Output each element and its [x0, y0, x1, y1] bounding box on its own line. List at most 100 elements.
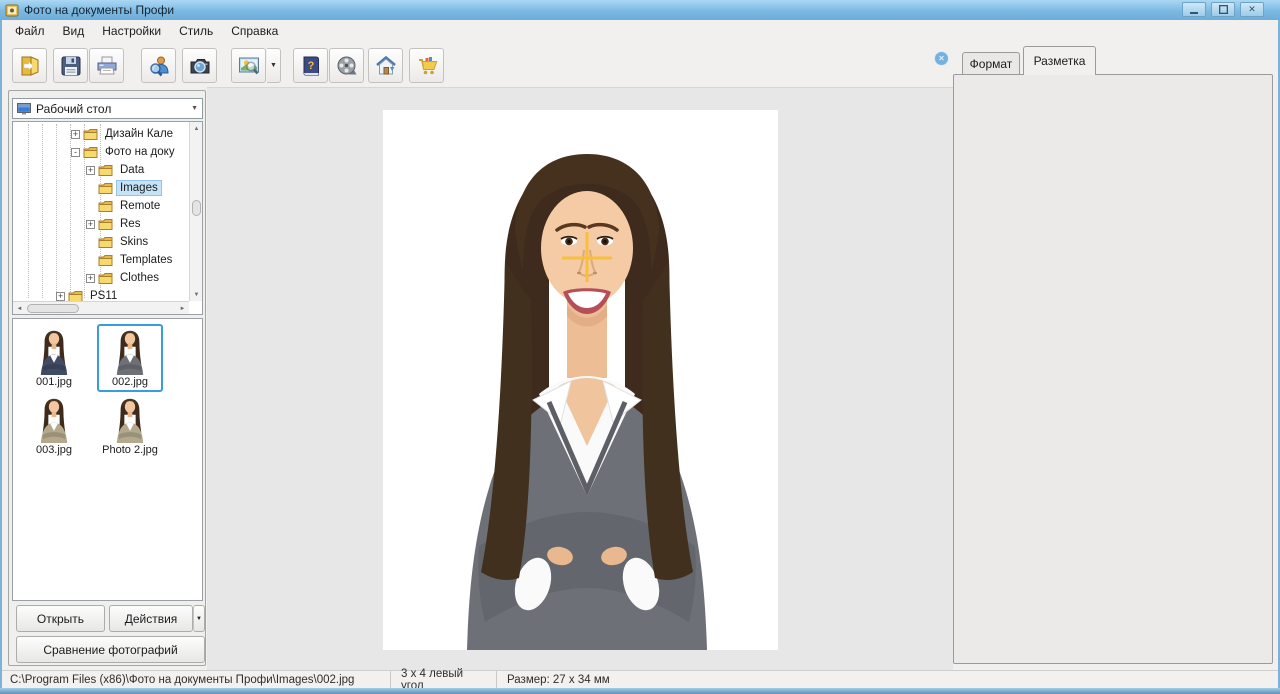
thumbnail-photo [35, 396, 73, 443]
tree-item-Remote[interactable]: +Remote [13, 197, 189, 215]
menu-item[interactable]: Стиль [170, 22, 222, 40]
actions-dropdown-icon[interactable]: ▼ [193, 605, 205, 632]
tree-item-label: Clothes [117, 271, 162, 285]
tab-format[interactable]: Формат [962, 52, 1020, 74]
minimize-icon[interactable] [1182, 2, 1206, 17]
scrollbar-thumb[interactable] [27, 304, 79, 313]
thumbnail-label: 002.jpg [112, 376, 148, 388]
chevron-down-icon: ▼ [191, 105, 198, 112]
scroll-left-icon[interactable]: ◄ [13, 302, 26, 315]
open-folder-icon[interactable] [12, 48, 47, 83]
collapse-icon[interactable]: - [71, 148, 80, 157]
tree-item-label: Data [117, 163, 147, 177]
svg-text:?: ? [307, 60, 314, 72]
user-search-icon[interactable] [141, 48, 176, 83]
folder-icon [83, 128, 102, 141]
thumbnail-photo [35, 328, 73, 375]
expand-icon[interactable]: + [86, 274, 95, 283]
actions-button[interactable]: Действия [109, 605, 193, 632]
tab-label: Формат [970, 57, 1013, 71]
folder-icon [98, 236, 117, 249]
window-border-left [0, 20, 2, 688]
tree-item-Res[interactable]: + Res [13, 215, 189, 233]
help-book-icon[interactable]: ? [293, 48, 328, 83]
location-value: Рабочий стол [36, 102, 111, 116]
preview-dropdown-icon[interactable]: ▼ [267, 48, 281, 83]
tree-item-label: Res [117, 217, 143, 231]
tree-item-Templates[interactable]: +Templates [13, 251, 189, 269]
folder-icon [98, 182, 117, 195]
expand-icon[interactable]: + [56, 292, 65, 301]
maximize-icon[interactable] [1211, 2, 1235, 17]
expand-icon[interactable]: + [86, 220, 95, 229]
thumbnail-002.jpg[interactable]: 002.jpg [97, 324, 163, 392]
folder-icon [98, 254, 117, 267]
thumbnail-Photo 2.jpg[interactable]: Photo 2.jpg [97, 392, 163, 460]
print-icon[interactable] [89, 48, 124, 83]
expand-icon[interactable]: + [71, 130, 80, 139]
thumbnail-003.jpg[interactable]: 003.jpg [21, 392, 87, 460]
home-icon[interactable] [368, 48, 403, 83]
folder-icon [98, 164, 117, 177]
tree-item-Дизайн Кале[interactable]: + Дизайн Кале [13, 125, 189, 143]
video-reel-icon[interactable] [329, 48, 364, 83]
thumbnail-label: 001.jpg [36, 376, 72, 388]
markup-panel [953, 74, 1273, 664]
tree-item-label: Skins [117, 235, 151, 249]
app-icon [5, 3, 19, 17]
tree-item-Data[interactable]: + Data [13, 161, 189, 179]
photo-preview[interactable] [383, 110, 778, 650]
statusbar: C:\Program Files (x86)\Фото на документы… [2, 670, 1278, 688]
tree-vertical-scrollbar[interactable]: ▲ ▼ [189, 122, 202, 301]
titlebar: Фото на документы Профи ✕ [0, 0, 1280, 20]
menu-item[interactable]: Справка [222, 22, 287, 40]
thumbnail-photo [111, 396, 149, 443]
expand-icon[interactable]: + [86, 166, 95, 175]
close-icon[interactable]: ✕ [1240, 2, 1264, 17]
window-title: Фото на документы Профи [24, 3, 174, 17]
save-icon[interactable] [53, 48, 88, 83]
tree-item-label: Дизайн Кале [102, 127, 176, 141]
tree-item-Фото на доку[interactable]: - Фото на доку [13, 143, 189, 161]
tab-label: Разметка [1034, 54, 1086, 68]
thumbnail-list: 001.jpg 002.jpg 003.jpg Photo 2.jpg [12, 318, 203, 601]
folder-icon [98, 200, 117, 213]
folder-tree-box: +Дизайн Кале-Фото на доку+Data+Images+Re… [12, 121, 203, 315]
preview-icon[interactable] [231, 48, 266, 83]
tree-item-Images[interactable]: +Images [13, 179, 189, 197]
tree-item-Skins[interactable]: +Skins [13, 233, 189, 251]
thumbnail-001.jpg[interactable]: 001.jpg [21, 324, 87, 392]
status-file-path: C:\Program Files (x86)\Фото на документы… [2, 671, 390, 688]
status-format: 3 х 4 левый угол [390, 671, 496, 688]
folder-icon [98, 272, 117, 285]
tree-item-label: Фото на доку [102, 145, 178, 159]
tab-razmetka[interactable]: Разметка [1023, 46, 1096, 75]
menu-item[interactable]: Файл [6, 22, 54, 40]
menu-item[interactable]: Настройки [93, 22, 170, 40]
hide-toolbar-icon[interactable]: ✕ [934, 51, 949, 66]
toolbar: ▼ ? ✕ [2, 41, 952, 87]
open-button[interactable]: Открыть [16, 605, 105, 632]
folder-icon [83, 146, 102, 159]
tree-item-label: Images [117, 181, 161, 195]
scroll-up-icon[interactable]: ▲ [190, 122, 203, 135]
window-border-bottom [0, 688, 1280, 694]
menubar: ФайлВидНастройкиСтильСправка [2, 20, 1278, 41]
tree-horizontal-scrollbar[interactable]: ◄ ► [13, 301, 189, 314]
scroll-down-icon[interactable]: ▼ [190, 288, 203, 301]
thumbnail-label: Photo 2.jpg [102, 444, 158, 456]
tree-item-Clothes[interactable]: + Clothes [13, 269, 189, 287]
desktop-icon [17, 103, 31, 115]
camera-icon[interactable] [182, 48, 217, 83]
tree-item-label: Remote [117, 199, 163, 213]
thumbnail-label: 003.jpg [36, 444, 72, 456]
compare-photos-button[interactable]: Сравнение фотографий [16, 636, 205, 663]
thumbnail-photo [111, 328, 149, 375]
menu-item[interactable]: Вид [54, 22, 94, 40]
folder-tree: +Дизайн Кале-Фото на доку+Data+Images+Re… [13, 125, 189, 305]
cart-icon[interactable] [409, 48, 444, 83]
status-size: Размер: 27 х 34 мм [496, 671, 620, 688]
scroll-right-icon[interactable]: ► [176, 302, 189, 315]
location-dropdown[interactable]: Рабочий стол ▼ [12, 98, 203, 119]
scrollbar-thumb[interactable] [192, 200, 201, 216]
